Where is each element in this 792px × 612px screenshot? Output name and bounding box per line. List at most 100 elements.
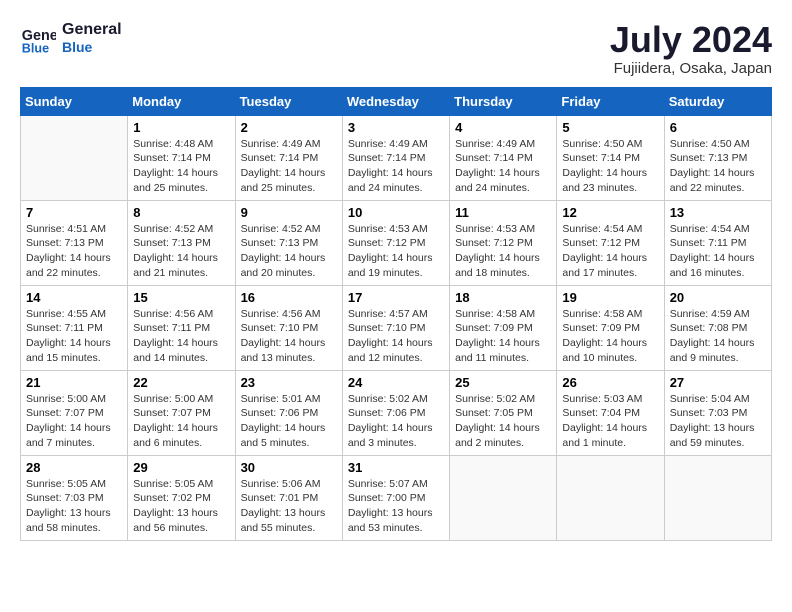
calendar-cell bbox=[664, 455, 771, 540]
calendar-cell: 9Sunrise: 4:52 AM Sunset: 7:13 PM Daylig… bbox=[235, 200, 342, 285]
day-number: 27 bbox=[670, 375, 766, 390]
day-info: Sunrise: 4:56 AM Sunset: 7:11 PM Dayligh… bbox=[133, 307, 229, 366]
weekday-header: Friday bbox=[557, 87, 664, 115]
day-number: 5 bbox=[562, 120, 658, 135]
calendar-cell: 16Sunrise: 4:56 AM Sunset: 7:10 PM Dayli… bbox=[235, 285, 342, 370]
day-info: Sunrise: 4:49 AM Sunset: 7:14 PM Dayligh… bbox=[455, 137, 551, 196]
logo-icon: General Blue bbox=[20, 20, 56, 56]
day-number: 10 bbox=[348, 205, 444, 220]
logo: General Blue General Blue bbox=[20, 20, 122, 56]
weekday-header: Tuesday bbox=[235, 87, 342, 115]
calendar-cell: 7Sunrise: 4:51 AM Sunset: 7:13 PM Daylig… bbox=[21, 200, 128, 285]
calendar-cell: 27 Sunrise: 5:04 AM Sunset: 7:03 PM Dayli… bbox=[664, 370, 771, 455]
location: Fujiidera, Osaka, Japan bbox=[610, 60, 772, 77]
day-number: 29 bbox=[133, 460, 229, 475]
day-info: Sunrise: 4:59 AM Sunset: 7:08 PM Dayligh… bbox=[670, 307, 766, 366]
day-number: 4 bbox=[455, 120, 551, 135]
day-number: 8 bbox=[133, 205, 229, 220]
day-number: 18 bbox=[455, 290, 551, 305]
day-info: Sunrise: 5:05 AM Sunset: 7:02 PM Dayligh… bbox=[133, 477, 229, 536]
day-number: 20 bbox=[670, 290, 766, 305]
day-number: 28 bbox=[26, 460, 122, 475]
calendar-cell: 17 Sunrise: 4:57 AM Sunset: 7:10 PM Dayli… bbox=[342, 285, 449, 370]
calendar-week-row: 28Sunrise: 5:05 AM Sunset: 7:03 PM Dayli… bbox=[21, 455, 772, 540]
day-number: 1 bbox=[133, 120, 229, 135]
day-number: 3 bbox=[348, 120, 444, 135]
weekday-header: Monday bbox=[128, 87, 235, 115]
day-number: 6 bbox=[670, 120, 766, 135]
day-info: Sunrise: 4:53 AM Sunset: 7:12 PM Dayligh… bbox=[348, 222, 444, 281]
calendar-cell: 1 Sunrise: 4:48 AM Sunset: 7:14 PM Daylig… bbox=[128, 115, 235, 200]
day-info: Sunrise: 5:04 AM Sunset: 7:03 PM Dayligh… bbox=[670, 392, 766, 451]
day-info: Sunrise: 4:54 AM Sunset: 7:11 PM Dayligh… bbox=[670, 222, 766, 281]
day-info: Sunrise: 4:55 AM Sunset: 7:11 PM Dayligh… bbox=[26, 307, 122, 366]
day-number: 19 bbox=[562, 290, 658, 305]
calendar-cell: 15 Sunrise: 4:56 AM Sunset: 7:11 PM Dayli… bbox=[128, 285, 235, 370]
weekday-header-row: SundayMondayTuesdayWednesdayThursdayFrid… bbox=[21, 87, 772, 115]
month-title: July 2024 bbox=[610, 20, 772, 60]
calendar-cell: 6 Sunrise: 4:50 AM Sunset: 7:13 PM Daylig… bbox=[664, 115, 771, 200]
weekday-header: Wednesday bbox=[342, 87, 449, 115]
day-info: Sunrise: 5:02 AM Sunset: 7:06 PM Dayligh… bbox=[348, 392, 444, 451]
calendar-cell bbox=[450, 455, 557, 540]
calendar-cell: 30 Sunrise: 5:06 AM Sunset: 7:01 PM Dayli… bbox=[235, 455, 342, 540]
calendar-cell: 28Sunrise: 5:05 AM Sunset: 7:03 PM Dayli… bbox=[21, 455, 128, 540]
calendar-cell: 10 Sunrise: 4:53 AM Sunset: 7:12 PM Dayli… bbox=[342, 200, 449, 285]
calendar-cell: 11 Sunrise: 4:53 AM Sunset: 7:12 PM Dayli… bbox=[450, 200, 557, 285]
day-info: Sunrise: 4:54 AM Sunset: 7:12 PM Dayligh… bbox=[562, 222, 658, 281]
calendar-cell: 22 Sunrise: 5:00 AM Sunset: 7:07 PM Dayli… bbox=[128, 370, 235, 455]
day-info: Sunrise: 4:57 AM Sunset: 7:10 PM Dayligh… bbox=[348, 307, 444, 366]
calendar-week-row: 1 Sunrise: 4:48 AM Sunset: 7:14 PM Daylig… bbox=[21, 115, 772, 200]
day-info: Sunrise: 4:53 AM Sunset: 7:12 PM Dayligh… bbox=[455, 222, 551, 281]
day-info: Sunrise: 5:07 AM Sunset: 7:00 PM Dayligh… bbox=[348, 477, 444, 536]
day-info: Sunrise: 4:50 AM Sunset: 7:13 PM Dayligh… bbox=[670, 137, 766, 196]
day-number: 11 bbox=[455, 205, 551, 220]
day-info: Sunrise: 4:49 AM Sunset: 7:14 PM Dayligh… bbox=[348, 137, 444, 196]
day-number: 15 bbox=[133, 290, 229, 305]
calendar-cell: 5Sunrise: 4:50 AM Sunset: 7:14 PM Daylig… bbox=[557, 115, 664, 200]
day-number: 24 bbox=[348, 375, 444, 390]
weekday-header: Sunday bbox=[21, 87, 128, 115]
day-info: Sunrise: 5:00 AM Sunset: 7:07 PM Dayligh… bbox=[26, 392, 122, 451]
calendar-week-row: 14Sunrise: 4:55 AM Sunset: 7:11 PM Dayli… bbox=[21, 285, 772, 370]
calendar-cell: 3 Sunrise: 4:49 AM Sunset: 7:14 PM Daylig… bbox=[342, 115, 449, 200]
calendar-cell: 24 Sunrise: 5:02 AM Sunset: 7:06 PM Dayli… bbox=[342, 370, 449, 455]
calendar-week-row: 21 Sunrise: 5:00 AM Sunset: 7:07 PM Dayli… bbox=[21, 370, 772, 455]
calendar-cell: 21 Sunrise: 5:00 AM Sunset: 7:07 PM Dayli… bbox=[21, 370, 128, 455]
day-info: Sunrise: 5:06 AM Sunset: 7:01 PM Dayligh… bbox=[241, 477, 337, 536]
day-number: 17 bbox=[348, 290, 444, 305]
day-number: 21 bbox=[26, 375, 122, 390]
title-block: July 2024 Fujiidera, Osaka, Japan bbox=[610, 20, 772, 77]
page-header: General Blue General Blue July 2024 Fuji… bbox=[20, 20, 772, 77]
calendar-cell: 23 Sunrise: 5:01 AM Sunset: 7:06 PM Dayli… bbox=[235, 370, 342, 455]
calendar-cell: 4 Sunrise: 4:49 AM Sunset: 7:14 PM Daylig… bbox=[450, 115, 557, 200]
day-number: 12 bbox=[562, 205, 658, 220]
day-number: 23 bbox=[241, 375, 337, 390]
day-number: 22 bbox=[133, 375, 229, 390]
day-number: 25 bbox=[455, 375, 551, 390]
calendar-cell: 31Sunrise: 5:07 AM Sunset: 7:00 PM Dayli… bbox=[342, 455, 449, 540]
calendar-week-row: 7Sunrise: 4:51 AM Sunset: 7:13 PM Daylig… bbox=[21, 200, 772, 285]
day-info: Sunrise: 4:51 AM Sunset: 7:13 PM Dayligh… bbox=[26, 222, 122, 281]
day-number: 2 bbox=[241, 120, 337, 135]
day-info: Sunrise: 4:48 AM Sunset: 7:14 PM Dayligh… bbox=[133, 137, 229, 196]
logo-general: General bbox=[62, 21, 122, 39]
day-info: Sunrise: 4:56 AM Sunset: 7:10 PM Dayligh… bbox=[241, 307, 337, 366]
calendar-cell bbox=[557, 455, 664, 540]
day-info: Sunrise: 4:52 AM Sunset: 7:13 PM Dayligh… bbox=[133, 222, 229, 281]
day-number: 26 bbox=[562, 375, 658, 390]
day-number: 9 bbox=[241, 205, 337, 220]
day-info: Sunrise: 5:00 AM Sunset: 7:07 PM Dayligh… bbox=[133, 392, 229, 451]
day-number: 13 bbox=[670, 205, 766, 220]
calendar-cell: 2Sunrise: 4:49 AM Sunset: 7:14 PM Daylig… bbox=[235, 115, 342, 200]
svg-text:Blue: Blue bbox=[22, 41, 49, 55]
calendar-cell: 12 Sunrise: 4:54 AM Sunset: 7:12 PM Dayli… bbox=[557, 200, 664, 285]
day-number: 30 bbox=[241, 460, 337, 475]
calendar-cell: 20 Sunrise: 4:59 AM Sunset: 7:08 PM Dayli… bbox=[664, 285, 771, 370]
day-info: Sunrise: 5:03 AM Sunset: 7:04 PM Dayligh… bbox=[562, 392, 658, 451]
logo-blue: Blue bbox=[62, 39, 122, 55]
calendar-cell: 29 Sunrise: 5:05 AM Sunset: 7:02 PM Dayli… bbox=[128, 455, 235, 540]
calendar-cell bbox=[21, 115, 128, 200]
weekday-header: Saturday bbox=[664, 87, 771, 115]
day-info: Sunrise: 5:01 AM Sunset: 7:06 PM Dayligh… bbox=[241, 392, 337, 451]
